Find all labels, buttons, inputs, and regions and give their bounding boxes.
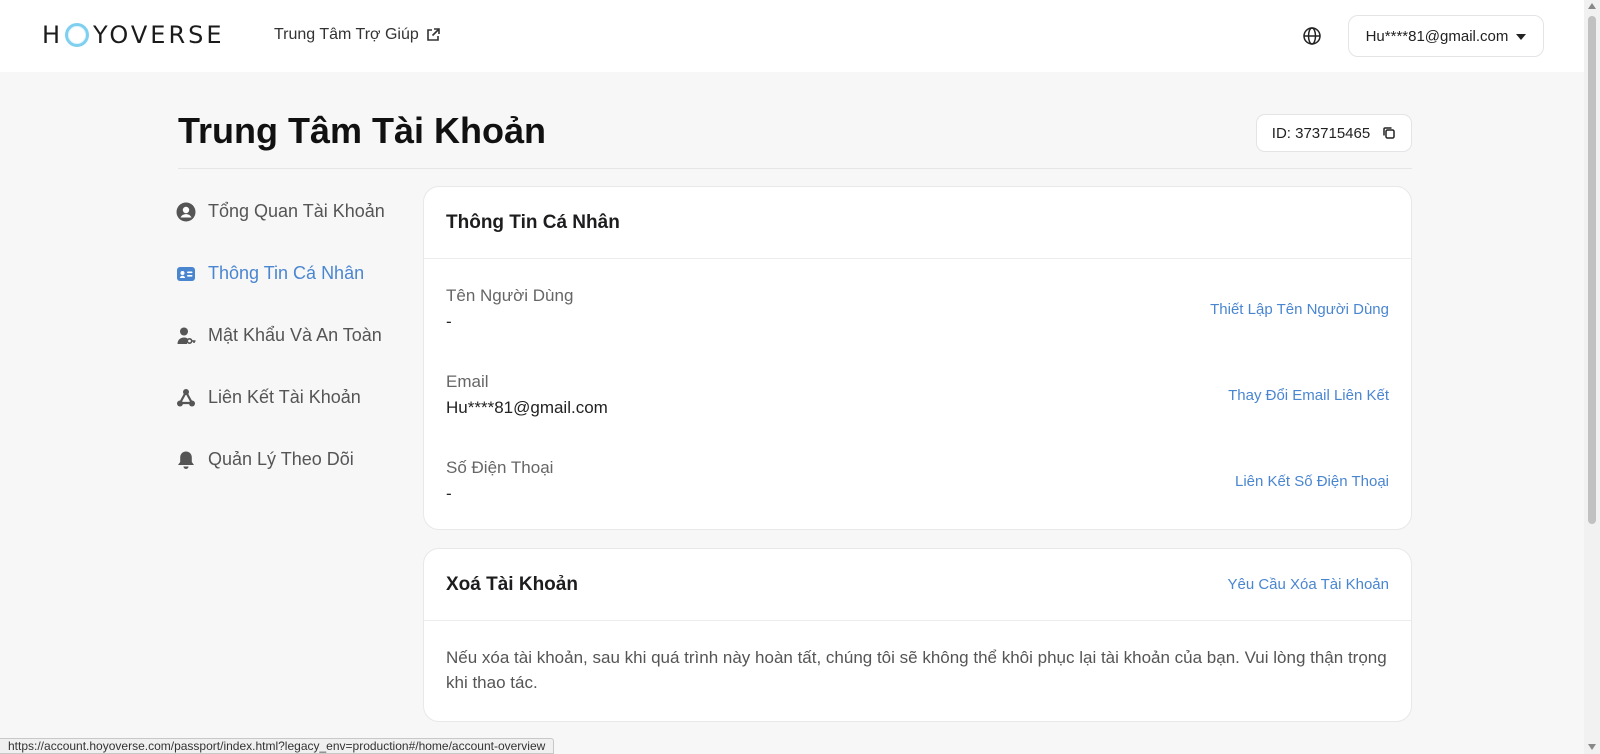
email-value: Hu****81@gmail.com [446, 398, 608, 417]
delete-account-title: Xoá Tài Khoản [446, 573, 578, 595]
delete-account-warning: Nếu xóa tài khoản, sau khi quá trình này… [446, 648, 1387, 692]
sidebar-nav: Tổng Quan Tài Khoản Thông Tin Cá Nhân Mậ… [176, 198, 416, 508]
sidebar-item-personal-info[interactable]: Thông Tin Cá Nhân [176, 260, 416, 322]
set-username-link[interactable]: Thiết Lập Tên Người Dùng [1210, 301, 1389, 318]
page-title: Trung Tâm Tài Khoản [178, 110, 547, 151]
sidebar-item-label: Quản Lý Theo Dõi [208, 449, 354, 469]
scroll-up-arrow-icon[interactable] [1588, 3, 1596, 9]
sidebar-item-account-overview[interactable]: Tổng Quan Tài Khoản [176, 198, 416, 260]
top-header: H YOVERSE Trung Tâm Trợ Giúp Hu****81@gm… [0, 0, 1584, 72]
link-nodes-icon [177, 389, 195, 407]
hoyoverse-logo[interactable]: H YOVERSE [42, 21, 225, 49]
logo-ring-icon [65, 23, 90, 47]
link-phone-link[interactable]: Liên Kết Số Điện Thoại [1235, 473, 1389, 490]
user-circle-icon [176, 202, 196, 222]
id-card-icon [177, 267, 195, 281]
page-scrollbar[interactable] [1584, 0, 1600, 754]
sidebar-item-linked-accounts[interactable]: Liên Kết Tài Khoản [176, 384, 416, 446]
email-row: Email Hu****81@gmail.com Thay Đổi Email … [446, 365, 1389, 425]
globe-icon[interactable] [1302, 26, 1322, 46]
personal-info-header: Thông Tin Cá Nhân [424, 187, 1411, 259]
scroll-down-arrow-icon[interactable] [1588, 744, 1596, 750]
sidebar-item-subscriptions[interactable]: Quản Lý Theo Dõi [176, 446, 416, 508]
user-lock-icon [177, 327, 196, 345]
external-link-icon [426, 28, 440, 41]
logo-text-left: H [42, 21, 64, 49]
email-label: Email [446, 372, 489, 391]
personal-info-card: Thông Tin Cá Nhân Tên Người Dùng - Thiết… [423, 186, 1412, 530]
help-center-label: Trung Tâm Trợ Giúp [274, 26, 419, 43]
sidebar-item-password-security[interactable]: Mật Khẩu Và An Toàn [176, 322, 416, 384]
delete-account-card: Xoá Tài Khoản Yêu Cầu Xóa Tài Khoản Nếu … [423, 548, 1412, 722]
change-email-link[interactable]: Thay Đổi Email Liên Kết [1228, 387, 1389, 404]
phone-label: Số Điện Thoại [446, 458, 554, 477]
copy-icon[interactable] [1382, 126, 1396, 140]
sidebar-item-label: Tổng Quan Tài Khoản [208, 201, 385, 221]
request-delete-account-link[interactable]: Yêu Cầu Xóa Tài Khoản [1227, 576, 1389, 593]
sidebar-item-label: Liên Kết Tài Khoản [208, 387, 361, 407]
username-label: Tên Người Dùng [446, 286, 574, 305]
personal-info-title: Thông Tin Cá Nhân [446, 211, 620, 233]
help-center-link[interactable]: Trung Tâm Trợ Giúp [274, 26, 441, 44]
status-bar-url: https://account.hoyoverse.com/passport/i… [0, 738, 555, 754]
account-email: Hu****81@gmail.com [1365, 27, 1509, 45]
delete-account-header: Xoá Tài Khoản Yêu Cầu Xóa Tài Khoản [424, 549, 1411, 621]
account-id-label: ID: 373715465 [1271, 124, 1371, 142]
scroll-thumb[interactable] [1588, 16, 1596, 524]
logo-text-right: YOVERSE [93, 21, 225, 49]
caret-down-icon [1516, 34, 1527, 40]
username-value: - [446, 312, 452, 331]
sidebar-item-label: Mật Khẩu Và An Toàn [208, 325, 382, 345]
phone-row: Số Điện Thoại - Liên Kết Số Điện Thoại [446, 451, 1389, 511]
bell-icon [178, 451, 194, 469]
title-divider [178, 168, 1412, 169]
account-id-box: ID: 373715465 [1256, 114, 1412, 152]
username-row: Tên Người Dùng - Thiết Lập Tên Người Dùn… [446, 279, 1389, 339]
account-dropdown-button[interactable]: Hu****81@gmail.com [1348, 15, 1544, 57]
sidebar-item-label: Thông Tin Cá Nhân [208, 263, 365, 283]
phone-value: - [446, 484, 452, 503]
